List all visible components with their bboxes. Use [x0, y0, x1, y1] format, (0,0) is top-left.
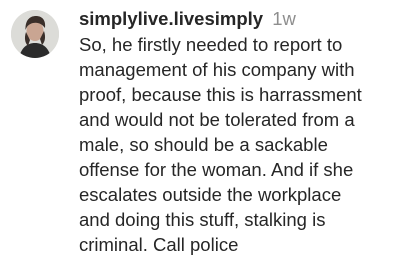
profile-photo-icon — [11, 10, 59, 58]
comment-timestamp[interactable]: 1w — [272, 8, 296, 29]
comment-item: simplylive.livesimply 1w So, he firstly … — [0, 0, 400, 279]
username-link[interactable]: simplylive.livesimply — [79, 8, 263, 29]
comment-body: simplylive.livesimply 1w So, he firstly … — [79, 6, 397, 257]
comment-text: So, he firstly needed to report to manag… — [79, 34, 362, 255]
avatar[interactable] — [11, 10, 59, 58]
comment-header: simplylive.livesimply 1w — [79, 6, 397, 32]
